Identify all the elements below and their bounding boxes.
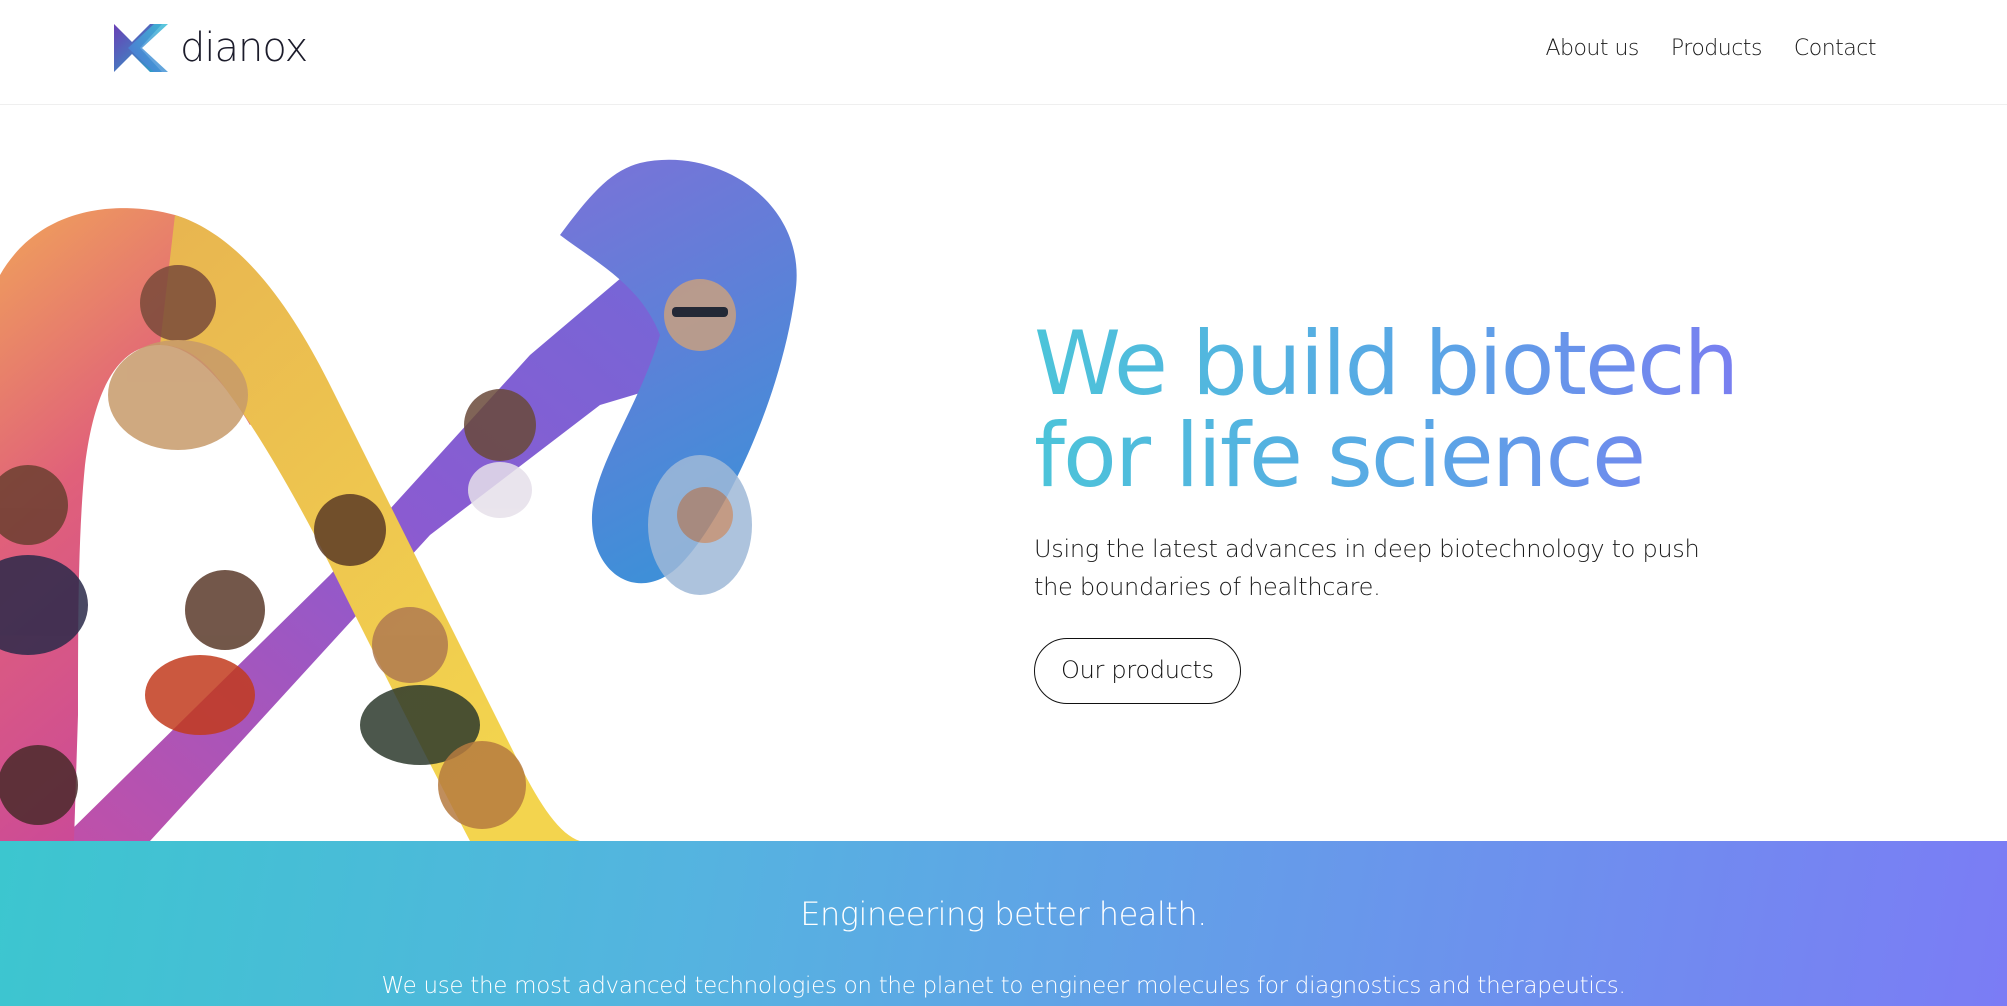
main-nav: About us Products Contact: [1545, 36, 1876, 61]
banner-text: We use the most advanced technologies on…: [381, 973, 1626, 999]
hero-content: We build biotech for life science Using …: [1034, 318, 1754, 704]
hero-ribbon-illustration: [0, 159, 797, 841]
portrait-woman-center: [145, 570, 265, 735]
our-products-button[interactable]: Our products: [1034, 638, 1241, 704]
logo[interactable]: dianox: [110, 18, 308, 78]
portrait-woman-bun: [314, 494, 386, 566]
portrait-woman-hijab: [648, 455, 752, 595]
site-header: dianox About us Products Contact: [0, 0, 2007, 105]
nav-link-about-us[interactable]: About us: [1545, 36, 1639, 61]
portrait-curly-woman: [438, 741, 526, 829]
nav-link-products[interactable]: Products: [1671, 36, 1763, 61]
hero-subtitle: Using the latest advances in deep biotec…: [1034, 535, 1700, 601]
dianox-logo-icon: [114, 24, 168, 72]
hero-title-line-1: We build biotech: [1034, 312, 1738, 415]
hero-title-line-2: for life science: [1034, 404, 1645, 507]
mission-banner: Engineering better health. We use the mo…: [0, 841, 2007, 1006]
portrait-woman-bottom-left: [0, 745, 78, 825]
banner-title: Engineering better health.: [800, 895, 1207, 933]
logo-text: dianox: [180, 25, 308, 71]
nav-link-contact[interactable]: Contact: [1794, 36, 1877, 61]
hero-title: We build biotech for life science: [1034, 318, 1754, 502]
portrait-woman-glasses: [664, 279, 736, 351]
